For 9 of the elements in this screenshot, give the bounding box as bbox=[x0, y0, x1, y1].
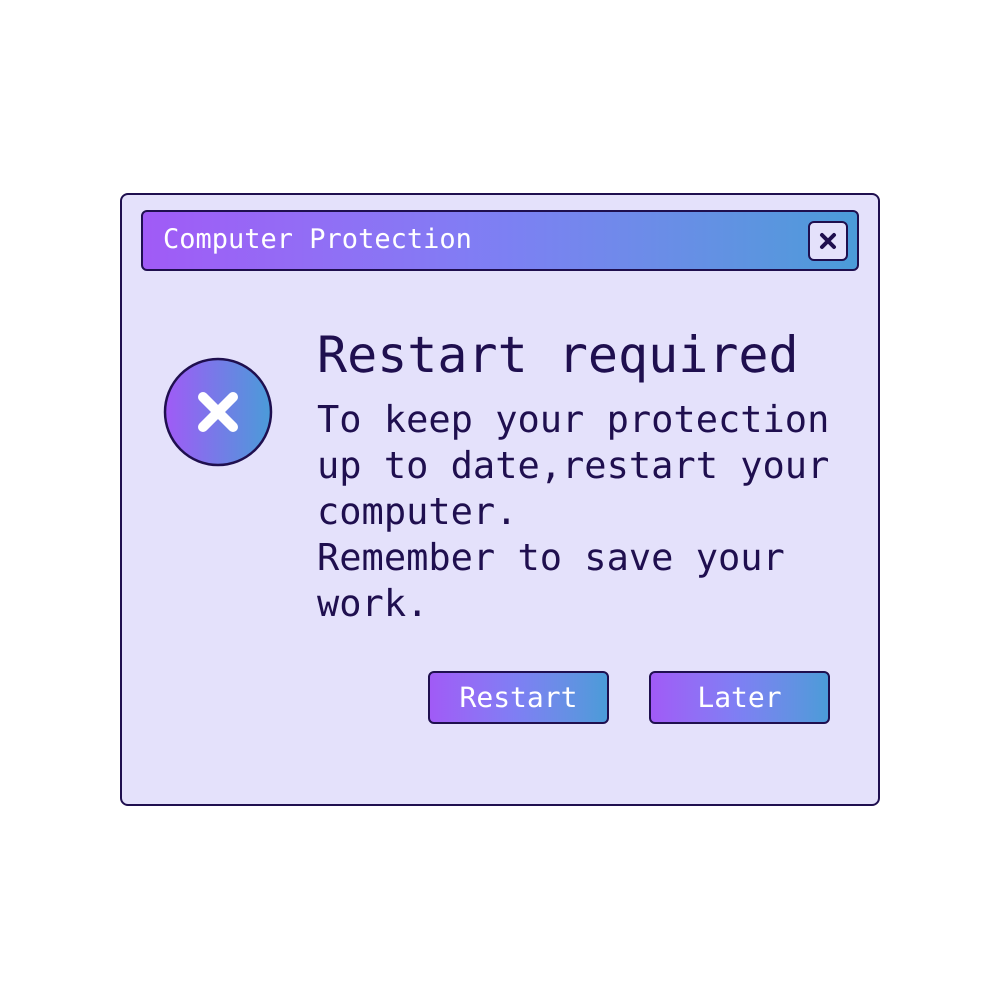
window-title: Computer Protection bbox=[163, 223, 472, 258]
close-button[interactable] bbox=[808, 220, 848, 260]
message-text: To keep your protection up to date,restart your computer. bbox=[317, 397, 830, 535]
message-text: Remember to save your work. bbox=[317, 535, 786, 627]
dialog-button[interactable]: Later bbox=[649, 671, 830, 724]
dialog-button[interactable]: Restart bbox=[428, 671, 609, 724]
error-icon bbox=[163, 357, 273, 467]
message-heading: Restart required bbox=[317, 325, 800, 385]
close-icon bbox=[819, 232, 837, 250]
